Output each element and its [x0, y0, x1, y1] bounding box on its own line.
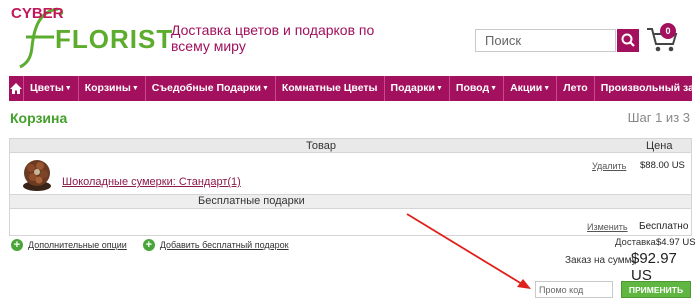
- nav-item-houseplants[interactable]: Комнатные Цветы: [276, 76, 385, 101]
- free-gifts-title: Бесплатные подарки: [198, 195, 305, 207]
- caret-down-icon: ▼: [435, 85, 443, 92]
- search-button[interactable]: [617, 29, 639, 52]
- cart-count-badge: 0: [660, 23, 676, 39]
- product-name-link[interactable]: Шоколадные сумерки: Стандарт(1): [62, 176, 241, 188]
- change-gift-link[interactable]: Изменить: [587, 222, 628, 232]
- logo-cyber-text: CYBER: [11, 5, 64, 22]
- free-gifts-row: Изменить Бесплатно: [10, 209, 691, 235]
- cart-table: Товар Цена Шоколадные сумерки: Стандарт(…: [9, 138, 692, 236]
- caret-down-icon: ▼: [543, 85, 551, 92]
- nav-item-label: Подарки: [390, 82, 435, 94]
- nav-item-label: Повод: [455, 82, 490, 94]
- plus-circle-icon[interactable]: +: [142, 239, 155, 251]
- nav-item-label: Съедобные Подарки: [151, 82, 261, 94]
- order-total-value: $92.97 US: [631, 250, 677, 284]
- order-total-label: Заказ на сумму: [565, 255, 637, 266]
- nav-item-occasion[interactable]: Повод▼: [450, 76, 505, 101]
- remove-item-link[interactable]: Удалить: [592, 161, 626, 171]
- caret-down-icon: ▼: [131, 85, 139, 92]
- column-header-product: Товар: [306, 140, 336, 152]
- nav-item-label: Акции: [510, 82, 543, 94]
- gift-price-free: Бесплатно: [639, 221, 689, 232]
- caret-down-icon: ▼: [64, 85, 72, 92]
- nav-item-baskets[interactable]: Корзины▼: [79, 76, 146, 101]
- nav-item-label: Комнатные Цветы: [281, 82, 378, 94]
- nav-item-label: Цветы: [30, 82, 64, 94]
- item-price: $88.00 US: [640, 160, 685, 171]
- site-logo[interactable]: CYBER FLORIST: [10, 2, 172, 70]
- delivery-value: $4.97 US: [656, 237, 696, 248]
- logo-florist-text: FLORIST: [55, 24, 174, 54]
- delivery-label: Доставка: [615, 237, 656, 248]
- search-input[interactable]: [475, 29, 616, 52]
- nav-home-button[interactable]: [9, 76, 24, 101]
- main-navigation: Цветы▼ Корзины▼ Съедобные Подарки▼ Комна…: [9, 76, 700, 101]
- caret-down-icon: ▼: [261, 85, 269, 92]
- apply-promo-button[interactable]: ПРИМЕНИТЬ: [621, 281, 691, 298]
- plus-circle-icon[interactable]: +: [11, 239, 23, 251]
- nav-item-edible-gifts[interactable]: Съедобные Подарки▼: [146, 76, 276, 101]
- search-icon: [621, 33, 635, 47]
- additional-options-link[interactable]: Дополнительные опции: [28, 240, 127, 250]
- nav-item-summer[interactable]: Лето: [557, 76, 595, 101]
- nav-item-label: Лето: [563, 82, 588, 94]
- cart-options: + Дополнительные опции + Добавить беспла…: [11, 239, 305, 251]
- home-icon: [10, 83, 22, 94]
- free-gifts-header: Бесплатные подарки: [10, 195, 691, 209]
- site-tagline: Доставка цветов и подарков по всему миру: [171, 22, 375, 54]
- table-header: Товар Цена: [10, 139, 691, 153]
- nav-item-label: Корзины: [84, 82, 131, 94]
- nav-item-label: Произвольный заказ: [600, 82, 700, 94]
- search-bar: [475, 29, 639, 52]
- checkout-step-indicator: Шаг 1 из 3: [627, 110, 690, 125]
- product-thumbnail[interactable]: [20, 156, 54, 192]
- nav-item-promotions[interactable]: Акции▼: [504, 76, 558, 101]
- caret-down-icon: ▼: [490, 85, 498, 92]
- column-header-price: Цена: [646, 140, 673, 152]
- nav-item-custom-order[interactable]: Произвольный заказ: [595, 76, 700, 101]
- nav-item-gifts[interactable]: Подарки▼: [385, 76, 450, 101]
- nav-item-flowers[interactable]: Цветы▼: [24, 76, 79, 101]
- add-free-gift-link[interactable]: Добавить бесплатный подарок: [160, 240, 289, 250]
- promo-code-input[interactable]: [535, 281, 613, 298]
- page-title: Корзина: [10, 110, 68, 126]
- table-row: Шоколадные сумерки: Стандарт(1) Удалить …: [10, 153, 691, 195]
